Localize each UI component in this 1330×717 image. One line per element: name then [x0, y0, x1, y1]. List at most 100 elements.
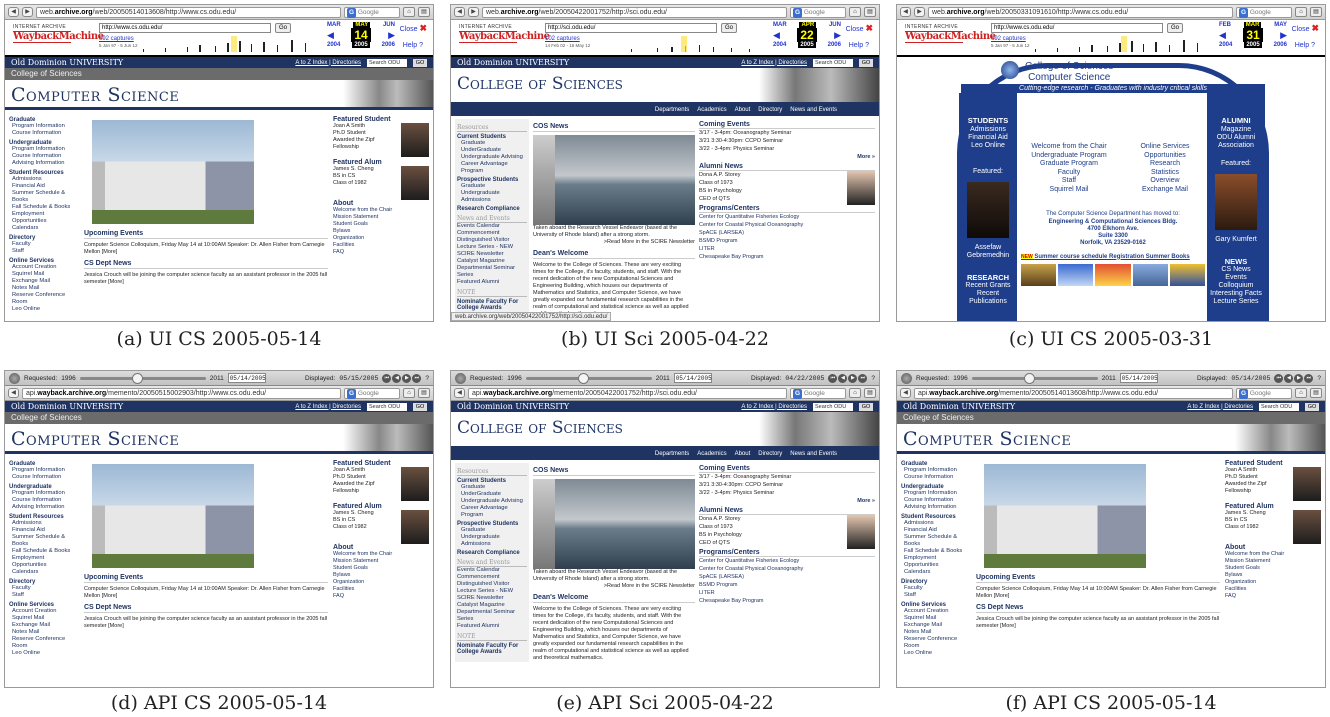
google-search-box[interactable]: G Google [790, 6, 846, 18]
bookmark-icon[interactable]: ▤ [418, 7, 430, 17]
back-button[interactable]: ◀ [900, 7, 911, 17]
requested-date-input[interactable]: 05/14/2005 [227, 373, 266, 383]
date-slider[interactable] [971, 372, 1098, 384]
bookmark-icon[interactable]: ▤ [864, 7, 876, 17]
date-slider[interactable] [525, 372, 652, 384]
nav-about[interactable]: About [735, 105, 751, 116]
slider-knob[interactable] [131, 372, 143, 384]
memento-nav-arrows[interactable]: ⏮ ◀ ▶ ⏭ [382, 373, 422, 383]
nav-departments[interactable]: Departments [655, 105, 689, 116]
nav-directory[interactable]: Directory [758, 105, 782, 116]
back-button[interactable]: ◀ [8, 388, 19, 398]
forward-button[interactable]: ▶ [914, 7, 925, 17]
odu-top-links[interactable]: A to Z Index | Directories [741, 60, 807, 66]
odu-go-button[interactable]: GO [1305, 402, 1319, 411]
wayback-help-link[interactable]: Help ? [403, 42, 423, 49]
next-capture-arrow[interactable]: ▶ [834, 30, 841, 41]
wayback-close-button[interactable]: Close ✖ [1292, 23, 1319, 34]
google-search-box[interactable]: G Google [1236, 6, 1292, 18]
slider-knob[interactable] [1023, 372, 1035, 384]
odu-top-links[interactable]: A to Z Index | Directories [295, 60, 361, 66]
slider-knob[interactable] [577, 372, 589, 384]
bookmark-icon[interactable]: ▤ [1310, 388, 1322, 398]
bookmark-icon[interactable]: ▤ [1310, 7, 1322, 17]
help-icon[interactable]: ? [871, 375, 875, 382]
help-icon[interactable]: ? [1317, 375, 1321, 382]
odu-search-input[interactable]: Search ODU [813, 58, 853, 67]
wayback-close-button[interactable]: Close ✖ [400, 23, 427, 34]
timetravel-logo-icon[interactable] [455, 372, 466, 384]
wayback-url-input[interactable]: http://www.cs.odu.edu/ [99, 23, 271, 33]
nav-academics[interactable]: Academics [697, 105, 726, 116]
wayback-help-link[interactable]: Help ? [1295, 42, 1315, 49]
timetravel-logo-icon[interactable] [9, 372, 20, 384]
back-button[interactable]: ◀ [8, 7, 19, 17]
wayback-help-link[interactable]: Help ? [849, 42, 869, 49]
address-bar[interactable]: web.archive.org/web/20050422001752/http:… [482, 6, 787, 18]
more-link[interactable]: More » [699, 153, 875, 161]
requested-date-input[interactable]: 05/14/2005 [1119, 373, 1158, 383]
odu-top-links[interactable]: A to Z Index | Directories [1187, 404, 1253, 410]
wayback-go-button[interactable]: Go [1167, 23, 1183, 33]
bookmark-icon[interactable]: ▤ [418, 388, 430, 398]
google-search-box[interactable]: G Google [790, 387, 846, 399]
odu-go-button[interactable]: GO [859, 402, 873, 411]
odu-go-button[interactable]: GO [413, 58, 427, 67]
requested-date-input[interactable]: 05/14/2005 [673, 373, 712, 383]
capture-sparkline[interactable] [135, 36, 323, 52]
nav-news-events[interactable]: News and Events [790, 105, 837, 116]
forward-button[interactable]: ▶ [468, 7, 479, 17]
address-bar[interactable]: api.wayback.archive.org/memento/20050515… [22, 387, 341, 399]
bookmark-icon[interactable]: ▤ [864, 388, 876, 398]
odu-go-button[interactable]: GO [859, 58, 873, 67]
home-icon[interactable]: ⌂ [403, 388, 415, 398]
wayback-calendar[interactable]: MAR MAY JUN ◀ 14 ▶ 2004 2005 2006 [327, 22, 395, 54]
memento-nav-arrows[interactable]: ⏮ ◀ ▶ ⏭ [1274, 373, 1314, 383]
next-capture-arrow[interactable]: ▶ [1280, 30, 1287, 41]
back-button[interactable]: ◀ [900, 388, 911, 398]
wayback-close-button[interactable]: Close ✖ [846, 23, 873, 34]
address-bar[interactable]: api.wayback.archive.org/memento/20050514… [914, 387, 1233, 399]
captures-link[interactable]: 102 captures [545, 36, 580, 42]
wayback-url-input[interactable]: http://sci.odu.edu/ [545, 23, 717, 33]
odu-logo[interactable]: Old Dominion UNIVERSITY [457, 402, 569, 411]
wayback-go-button[interactable]: Go [721, 23, 737, 33]
google-search-box[interactable]: G Google [1236, 387, 1292, 399]
google-search-box[interactable]: G Google [344, 387, 400, 399]
captures-link[interactable]: 692 captures [99, 36, 134, 42]
home-icon[interactable]: ⌂ [849, 7, 861, 17]
odu-logo[interactable]: Old Dominion UNIVERSITY [11, 402, 123, 411]
wayback-go-button[interactable]: Go [275, 23, 291, 33]
wayback-calendar[interactable]: FEB MAR MAY ◀ 31 ▶ 2004 2005 2006 [1219, 22, 1287, 54]
odu-search-input[interactable]: Search ODU [367, 402, 407, 411]
odu-search-input[interactable]: Search ODU [813, 402, 853, 411]
back-button[interactable]: ◀ [454, 7, 465, 17]
home-icon[interactable]: ⌂ [1295, 388, 1307, 398]
wayback-calendar[interactable]: MAR APR JUN ◀ 22 ▶ 2004 2005 2006 [773, 22, 841, 54]
address-bar[interactable]: web.archive.org/web/20050514013608/http:… [36, 6, 341, 18]
read-more-link[interactable]: >Read More in the SCIRE Newsletter [533, 239, 695, 246]
home-icon[interactable]: ⌂ [403, 7, 415, 17]
captures-link[interactable]: 692 captures [991, 36, 1026, 42]
next-capture-arrow[interactable]: ▶ [388, 30, 395, 41]
odu-logo[interactable]: Old Dominion UNIVERSITY [903, 402, 1015, 411]
back-button[interactable]: ◀ [454, 388, 465, 398]
wayback-logo[interactable]: INTERNET ARCHIVE WaybackMachine [13, 24, 104, 43]
memento-nav-arrows[interactable]: ⏮ ◀ ▶ ⏭ [828, 373, 868, 383]
odu-logo[interactable]: Old Dominion UNIVERSITY [11, 58, 123, 67]
address-bar[interactable]: api.wayback.archive.org/memento/20050422… [468, 387, 787, 399]
wayback-logo[interactable]: INTERNET ARCHIVE WaybackMachine [459, 24, 550, 43]
odu-go-button[interactable]: GO [413, 402, 427, 411]
summer-links[interactable]: NEW Summer course schedule Registration … [1021, 253, 1205, 262]
address-bar[interactable]: web.archive.org/web/20050331091610/http:… [928, 6, 1233, 18]
help-icon[interactable]: ? [425, 375, 429, 382]
prev-capture-arrow[interactable]: ◀ [773, 30, 780, 41]
google-search-box[interactable]: G Google [344, 6, 400, 18]
odu-top-links[interactable]: A to Z Index | Directories [741, 404, 807, 410]
timetravel-logo-icon[interactable] [901, 372, 912, 384]
odu-top-links[interactable]: A to Z Index | Directories [295, 404, 361, 410]
capture-sparkline[interactable] [581, 36, 769, 52]
prev-capture-arrow[interactable]: ◀ [327, 30, 334, 41]
odu-logo[interactable]: Old Dominion UNIVERSITY [457, 58, 569, 67]
wayback-url-input[interactable]: http://www.cs.odu.edu/ [991, 23, 1163, 33]
